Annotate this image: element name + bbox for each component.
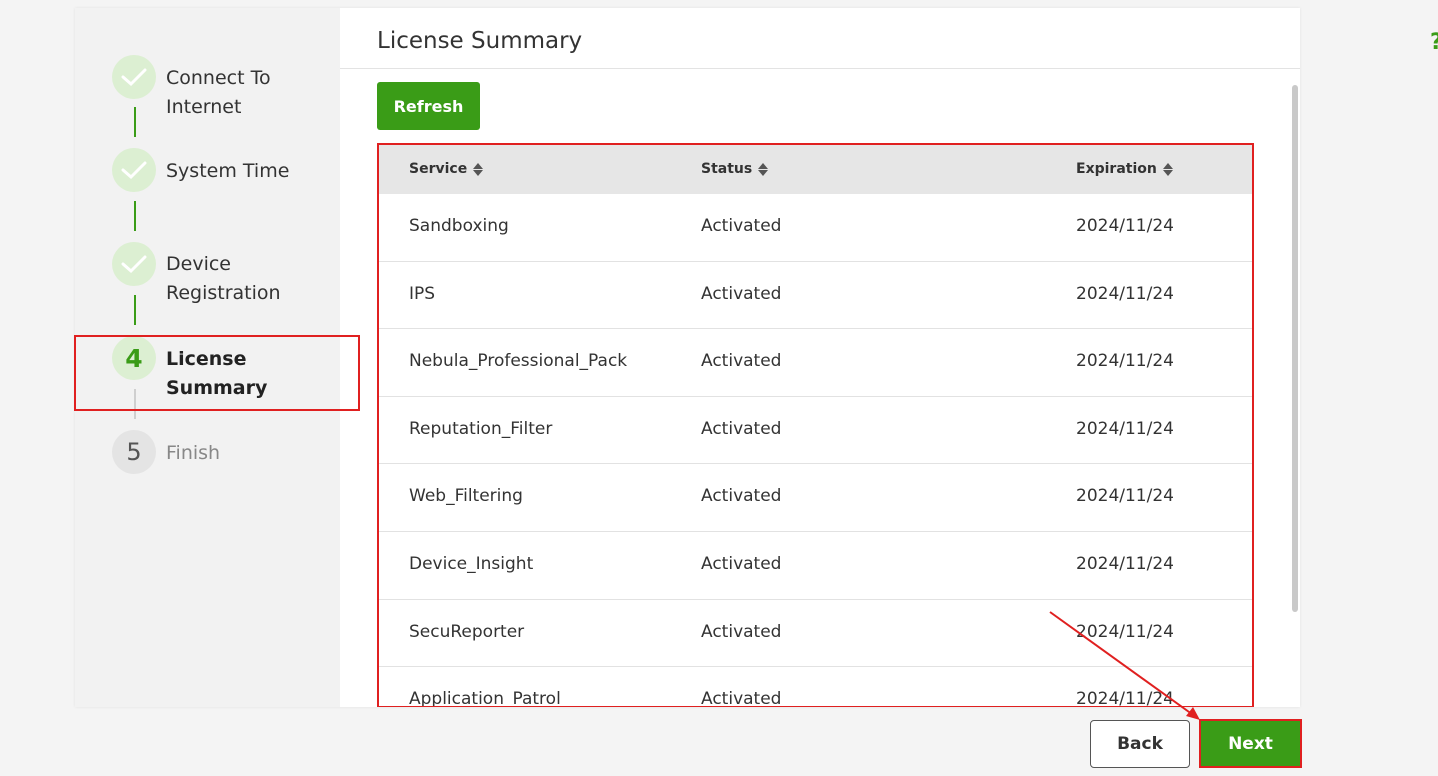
- service-cell: Reputation_Filter: [409, 418, 553, 439]
- title-divider: [340, 68, 1300, 69]
- page-title: License Summary: [377, 28, 583, 54]
- step-1-label: Connect To Internet: [166, 64, 271, 122]
- step-2-label: System Time: [166, 160, 290, 182]
- header-status[interactable]: Status: [701, 161, 769, 177]
- step-connector-2: [134, 201, 136, 231]
- next-button[interactable]: Next: [1199, 719, 1302, 768]
- step-label-line: Device: [166, 253, 231, 275]
- expiration-cell: 2024/11/24: [1076, 351, 1174, 372]
- status-cell: Activated: [701, 283, 782, 304]
- sort-icon[interactable]: [473, 162, 484, 176]
- step-5-number: 5: [112, 430, 156, 474]
- service-cell: Application_Patrol: [409, 689, 561, 707]
- sort-icon[interactable]: [1162, 162, 1173, 176]
- status-cell: Activated: [701, 621, 782, 642]
- step-label-line: Internet: [166, 96, 242, 118]
- refresh-button[interactable]: Refresh: [377, 82, 480, 130]
- table-row[interactable]: IPS Activated 2024/11/24: [379, 262, 1252, 330]
- step-connector-1: [134, 107, 136, 137]
- table-row[interactable]: Application_Patrol Activated 2024/11/24: [379, 667, 1252, 707]
- step-3-check-icon: [112, 242, 156, 286]
- step-2-check-icon: [112, 148, 156, 192]
- status-cell: Activated: [701, 418, 782, 439]
- status-cell: Activated: [701, 689, 782, 707]
- header-expiration-label: Expiration: [1076, 161, 1157, 177]
- service-cell: Sandboxing: [409, 216, 509, 236]
- step-connector-3: [134, 295, 136, 325]
- sort-icon[interactable]: [758, 162, 769, 176]
- table-row[interactable]: Device_Insight Activated 2024/11/24: [379, 532, 1252, 600]
- table-row[interactable]: Sandboxing Activated 2024/11/24: [379, 194, 1252, 262]
- license-summary-panel: License Summary Refresh Service Status E…: [340, 8, 1300, 707]
- expiration-cell: 2024/11/24: [1076, 418, 1174, 439]
- status-cell: Activated: [701, 486, 782, 507]
- status-cell: Activated: [701, 351, 782, 372]
- step-label-line: Connect To: [166, 67, 271, 89]
- header-status-label: Status: [701, 161, 753, 177]
- step-3-label: Device Registration: [166, 250, 281, 308]
- service-cell: IPS: [409, 283, 436, 304]
- table-row[interactable]: SecuReporter Activated 2024/11/24: [379, 600, 1252, 668]
- back-button[interactable]: Back: [1090, 720, 1190, 768]
- header-expiration[interactable]: Expiration: [1076, 161, 1173, 177]
- header-service-label: Service: [409, 161, 468, 177]
- service-cell: SecuReporter: [409, 621, 525, 642]
- expiration-cell: 2024/11/24: [1076, 283, 1174, 304]
- status-cell: Activated: [701, 553, 782, 574]
- status-cell: Activated: [701, 216, 782, 236]
- step-label-line: Registration: [166, 282, 281, 304]
- expiration-cell: 2024/11/24: [1076, 216, 1174, 236]
- table-row[interactable]: Web_Filtering Activated 2024/11/24: [379, 464, 1252, 532]
- step-5-label: Finish: [166, 442, 221, 464]
- expiration-cell: 2024/11/24: [1076, 689, 1174, 707]
- table-row[interactable]: Reputation_Filter Activated 2024/11/24: [379, 397, 1252, 465]
- vertical-scrollbar[interactable]: [1292, 85, 1298, 612]
- expiration-cell: 2024/11/24: [1076, 486, 1174, 507]
- service-cell: Device_Insight: [409, 553, 534, 574]
- step-1-check-icon: [112, 55, 156, 99]
- license-table: Service Status Expiration Sandboxing Acti…: [377, 143, 1254, 707]
- table-row[interactable]: Nebula_Professional_Pack Activated 2024/11…: [379, 329, 1252, 397]
- table-header: Service Status Expiration: [379, 145, 1252, 194]
- service-cell: Nebula_Professional_Pack: [409, 351, 628, 372]
- expiration-cell: 2024/11/24: [1076, 553, 1174, 574]
- header-service[interactable]: Service: [409, 161, 484, 177]
- service-cell: Web_Filtering: [409, 486, 523, 507]
- step-highlight-box: [74, 335, 360, 411]
- help-icon[interactable]: ?: [1430, 30, 1438, 55]
- expiration-cell: 2024/11/24: [1076, 621, 1174, 642]
- table-body: Sandboxing Activated 2024/11/24 IPS Activate…: [379, 194, 1252, 707]
